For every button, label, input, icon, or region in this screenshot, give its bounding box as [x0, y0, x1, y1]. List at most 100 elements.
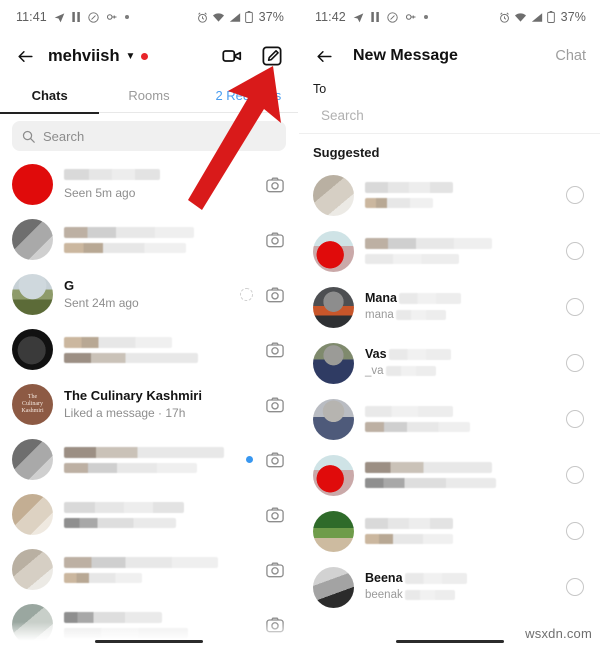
- camera-icon[interactable]: [264, 559, 286, 581]
- chat-row[interactable]: [0, 432, 298, 487]
- status-time: 11:41: [16, 10, 47, 24]
- suggested-username-redacted-tail: [404, 589, 455, 600]
- left-phone-screen: 11:41 37% mehviish ▼ Chats Rooms 2 Reque…: [0, 0, 299, 648]
- video-camera-icon[interactable]: [220, 44, 244, 68]
- camera-icon[interactable]: [264, 614, 286, 636]
- camera-icon[interactable]: [264, 229, 286, 251]
- avatar: [12, 494, 53, 535]
- unread-dot: [246, 456, 253, 463]
- radio-circle-icon[interactable]: [566, 466, 584, 484]
- chat-row[interactable]: [0, 487, 298, 542]
- avatar: The Culinary Kashmiri: [12, 384, 53, 425]
- avatar: [313, 454, 354, 496]
- recipient-search-input[interactable]: Search: [299, 96, 600, 133]
- camera-icon[interactable]: [264, 449, 286, 471]
- suggested-row[interactable]: [299, 223, 600, 279]
- chat-preview: Seen 5m ago: [64, 185, 136, 200]
- chat-row[interactable]: G Sent 24m ago: [0, 267, 298, 322]
- avatar: [313, 286, 354, 328]
- chat-row-actions: [240, 284, 286, 306]
- radio-circle-icon[interactable]: [566, 410, 584, 428]
- suggested-username-row: beenak: [365, 586, 566, 603]
- suggested-row[interactable]: Mana mana: [299, 279, 600, 335]
- chat-row-text: [64, 611, 264, 638]
- suggested-row-text: [365, 182, 566, 208]
- camera-icon[interactable]: [264, 394, 286, 416]
- signal-icon: [229, 12, 241, 23]
- battery-percent: 37%: [258, 10, 284, 24]
- chat-row[interactable]: The Culinary Kashmiri The Culinary Kashmiri…: [0, 377, 298, 432]
- suggested-name-redacted: [365, 406, 454, 417]
- avatar: [12, 219, 53, 260]
- suggested-name-redacted: [365, 462, 492, 473]
- tab-rooms[interactable]: Rooms: [99, 78, 198, 112]
- chat-action-button[interactable]: Chat: [555, 48, 586, 64]
- chat-row-text: The Culinary Kashmiri Liked a message · 1…: [64, 388, 264, 421]
- chat-name-redacted: [64, 446, 225, 458]
- chat-row-actions: [264, 174, 286, 196]
- chat-row[interactable]: [0, 322, 298, 377]
- radio-circle-icon[interactable]: [566, 242, 584, 260]
- camera-icon[interactable]: [264, 339, 286, 361]
- suggested-row[interactable]: [299, 167, 600, 223]
- suggested-section-title: Suggested: [313, 145, 380, 160]
- suggested-row[interactable]: [299, 391, 600, 447]
- avatar: [313, 398, 354, 440]
- battery-icon: [244, 11, 253, 23]
- app-header: mehviish ▼: [0, 34, 298, 78]
- suggested-username: beenak: [365, 589, 403, 601]
- avatar: [313, 566, 354, 608]
- suggested-name-redacted-tail: [398, 293, 461, 304]
- dnd-icon: [387, 11, 398, 23]
- avatar: [12, 604, 53, 645]
- chat-row[interactable]: [0, 542, 298, 597]
- suggested-list: Mana mana Vas _va Beena beenak: [299, 167, 600, 615]
- tab-requests[interactable]: 2 Requests: [199, 78, 298, 112]
- radio-circle-icon[interactable]: [566, 578, 584, 596]
- suggested-name: Beena: [365, 571, 403, 585]
- home-indicator[interactable]: [95, 639, 203, 643]
- home-indicator-right[interactable]: [395, 639, 504, 643]
- status-bar: 11:41 37%: [0, 0, 298, 34]
- chat-name-redacted: [64, 168, 160, 180]
- radio-circle-icon[interactable]: [566, 298, 584, 316]
- chat-row[interactable]: Seen 5m ago: [0, 157, 298, 212]
- chat-preview-redacted: [64, 517, 176, 528]
- camera-icon[interactable]: [264, 174, 286, 196]
- suggested-name-redacted: [365, 518, 454, 529]
- chat-row-text: [64, 226, 264, 253]
- new-message-header: New Message Chat: [299, 34, 600, 78]
- chat-row[interactable]: [0, 212, 298, 267]
- radio-circle-icon[interactable]: [566, 354, 584, 372]
- account-switcher[interactable]: mehviish ▼: [48, 47, 149, 66]
- suggested-row-text: Mana mana: [365, 291, 566, 323]
- tab-chats[interactable]: Chats: [0, 78, 99, 112]
- chat-row-actions: [264, 229, 286, 251]
- status-bar-right: 11:42 37%: [299, 0, 600, 34]
- suggested-username-redacted: [365, 198, 434, 208]
- camera-icon[interactable]: [264, 504, 286, 526]
- back-arrow-icon[interactable]: [311, 43, 337, 69]
- suggested-row[interactable]: [299, 503, 600, 559]
- sending-spinner-icon: [240, 288, 253, 301]
- search-input[interactable]: Search: [12, 121, 286, 151]
- avatar: [313, 342, 354, 384]
- back-arrow-icon[interactable]: [12, 43, 38, 69]
- compose-icon[interactable]: [260, 44, 284, 68]
- chat-preview-redacted: [64, 462, 197, 473]
- chat-list: Seen 5m ago G Sent 24m ago The Culinary Kashm…: [0, 157, 298, 648]
- suggested-row[interactable]: Vas _va: [299, 335, 600, 391]
- search-icon: [22, 130, 35, 143]
- suggested-row[interactable]: [299, 447, 600, 503]
- suggested-row[interactable]: Beena beenak: [299, 559, 600, 615]
- chat-row-actions: [264, 614, 286, 636]
- battery-percent-right: 37%: [560, 10, 586, 24]
- search-container: Search: [0, 113, 298, 157]
- chat-name-redacted: [64, 556, 218, 568]
- radio-circle-icon[interactable]: [566, 522, 584, 540]
- chat-row-actions: [264, 394, 286, 416]
- avatar: [313, 174, 354, 216]
- radio-circle-icon[interactable]: [566, 186, 584, 204]
- camera-icon[interactable]: [264, 284, 286, 306]
- chat-preview-redacted: [64, 627, 188, 638]
